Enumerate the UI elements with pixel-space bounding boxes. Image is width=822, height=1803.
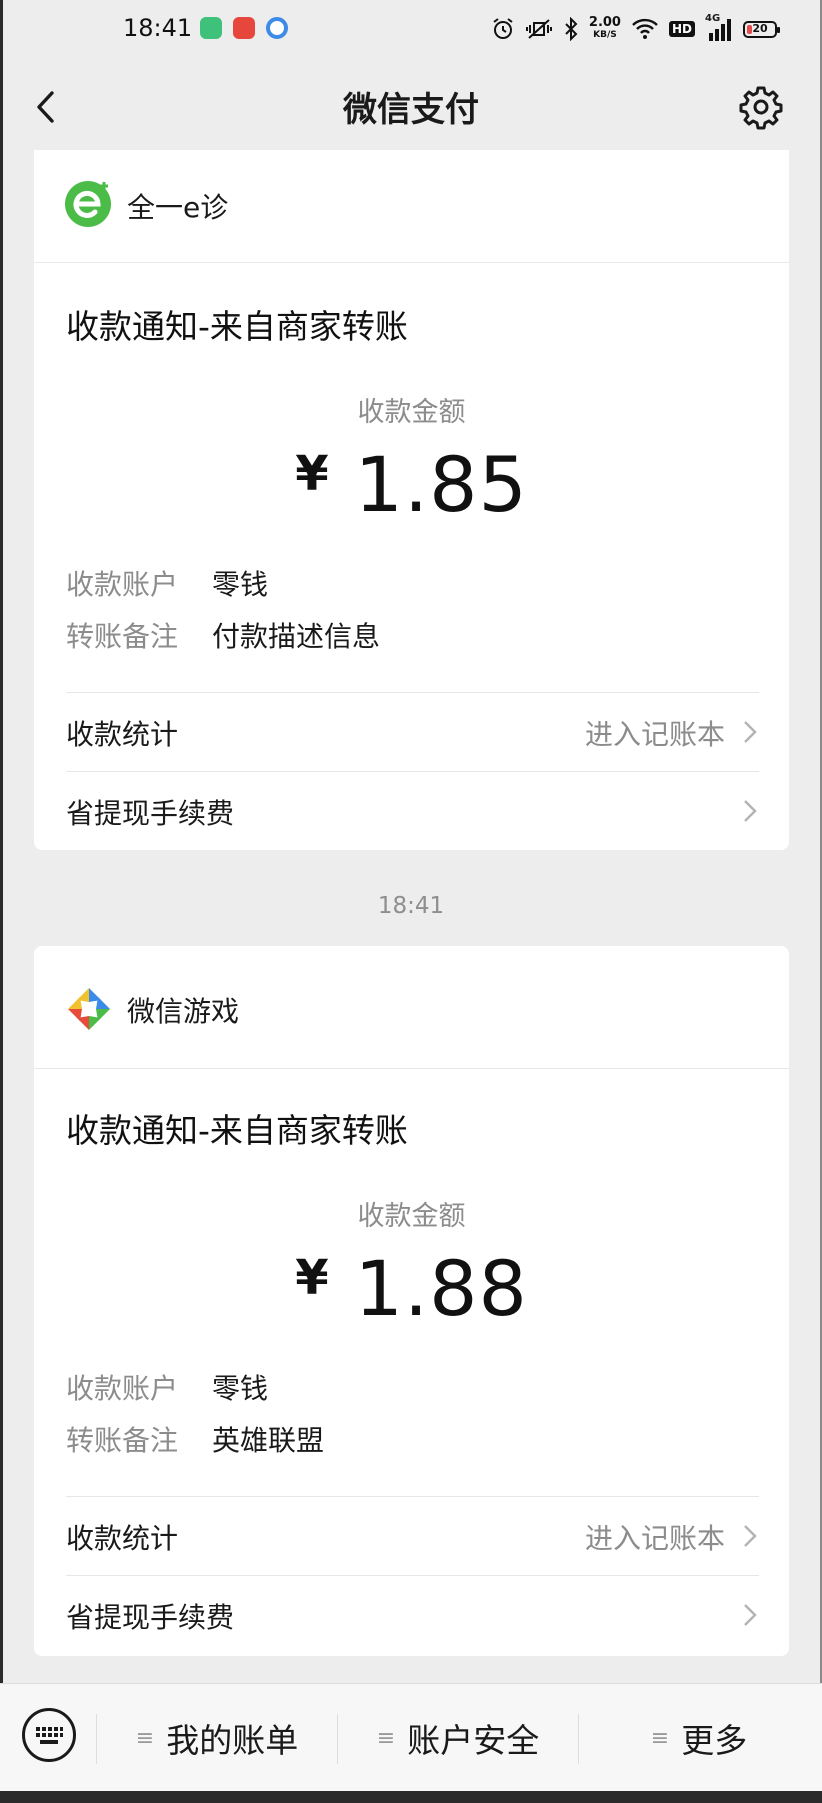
network-speed: 2.00 KB/S — [588, 15, 621, 40]
fee-link-row[interactable]: 省提现手续费 — [66, 772, 759, 850]
info-row-remark: 转账备注 英雄联盟 — [66, 1424, 325, 1457]
keyboard-icon — [36, 1727, 63, 1744]
brand-name: 全一e诊 — [127, 191, 229, 224]
stats-link-row[interactable]: 收款统计 进入记账本 — [66, 693, 759, 771]
status-icons: 2.00 KB/S HD 4G 20 — [491, 13, 780, 44]
keyboard-toggle-button[interactable] — [22, 1708, 76, 1762]
chevron-right-icon — [744, 1604, 757, 1626]
chevron-right-icon — [744, 1525, 757, 1547]
info-row-account: 收款账户 零钱 — [66, 1372, 269, 1405]
payment-notice-card: 微信游戏 收款通知-来自商家转账 收款金额 ¥1.88 收款账户 零钱 转账备注英… — [34, 946, 789, 1656]
app-notification-icon — [233, 17, 255, 39]
info-row-remark: 转账备注 付款描述信息 — [66, 620, 381, 653]
menu-list-icon: ≡ — [135, 1725, 155, 1751]
chevron-right-icon — [744, 800, 757, 822]
alarm-icon — [493, 18, 513, 39]
menu-list-icon: ≡ — [650, 1725, 670, 1751]
fee-link-row[interactable]: 省提现手续费 — [66, 1576, 759, 1654]
notice-title: 收款通知-来自商家转账 — [66, 307, 408, 346]
brand-name: 微信游戏 — [127, 995, 240, 1028]
amount-value: 1.85 — [354, 440, 528, 529]
amount-display: ¥1.88 — [34, 1244, 789, 1333]
menu-item-my-bills[interactable]: ≡ 我的账单 — [97, 1684, 337, 1792]
amount-label: 收款金额 — [357, 397, 466, 428]
menu-list-icon: ≡ — [376, 1725, 396, 1751]
app-notification-icon — [200, 17, 222, 39]
card-header[interactable]: 全一e诊 — [34, 150, 789, 263]
bottom-menu-bar: ≡ 我的账单 ≡ 账户安全 ≡ 更多 — [0, 1683, 822, 1792]
amount-display: ¥1.85 — [34, 440, 789, 529]
nav-bar: 微信支付 — [0, 58, 822, 154]
settings-gear-icon[interactable] — [738, 84, 784, 130]
payment-notice-card: 全一e诊 收款通知-来自商家转账 收款金额 ¥1.85 收款账户 零钱 转账备注付… — [34, 150, 789, 850]
amount-label: 收款金额 — [357, 1201, 466, 1232]
wechat-game-logo-icon — [68, 988, 110, 1030]
ledger-link[interactable]: 进入记账本 — [585, 1517, 725, 1557]
bluetooth-icon — [565, 17, 578, 41]
stats-link-row[interactable]: 收款统计 进入记账本 — [66, 1497, 759, 1575]
status-time: 18:41 — [123, 14, 193, 42]
menu-item-more[interactable]: ≡ 更多 — [579, 1684, 819, 1792]
quanyi-ezhen-logo-icon — [65, 181, 111, 227]
currency-symbol: ¥ — [295, 1250, 329, 1306]
battery-icon: 20 — [743, 20, 780, 38]
hd-badge: HD — [668, 21, 695, 37]
card-header[interactable]: 微信游戏 — [34, 946, 789, 1069]
mute-vibrate-icon — [525, 19, 552, 39]
wifi-icon — [632, 18, 658, 39]
status-bar: 18:41 2.00 KB/S HD 4G 20 — [0, 0, 822, 58]
currency-symbol: ¥ — [295, 446, 329, 502]
menu-item-account-security[interactable]: ≡ 账户安全 — [338, 1684, 578, 1792]
signal-icon: 4G — [705, 13, 733, 41]
info-row-account: 收款账户 零钱 — [66, 568, 269, 601]
app-notification-icon — [266, 17, 288, 39]
chevron-right-icon — [744, 721, 757, 743]
ledger-link[interactable]: 进入记账本 — [585, 713, 725, 753]
amount-value: 1.88 — [354, 1244, 528, 1333]
notice-title: 收款通知-来自商家转账 — [66, 1111, 408, 1150]
page-title: 微信支付 — [343, 90, 479, 130]
message-timestamp: 18:41 — [377, 893, 445, 919]
screen-frame-bottom — [0, 1791, 822, 1803]
